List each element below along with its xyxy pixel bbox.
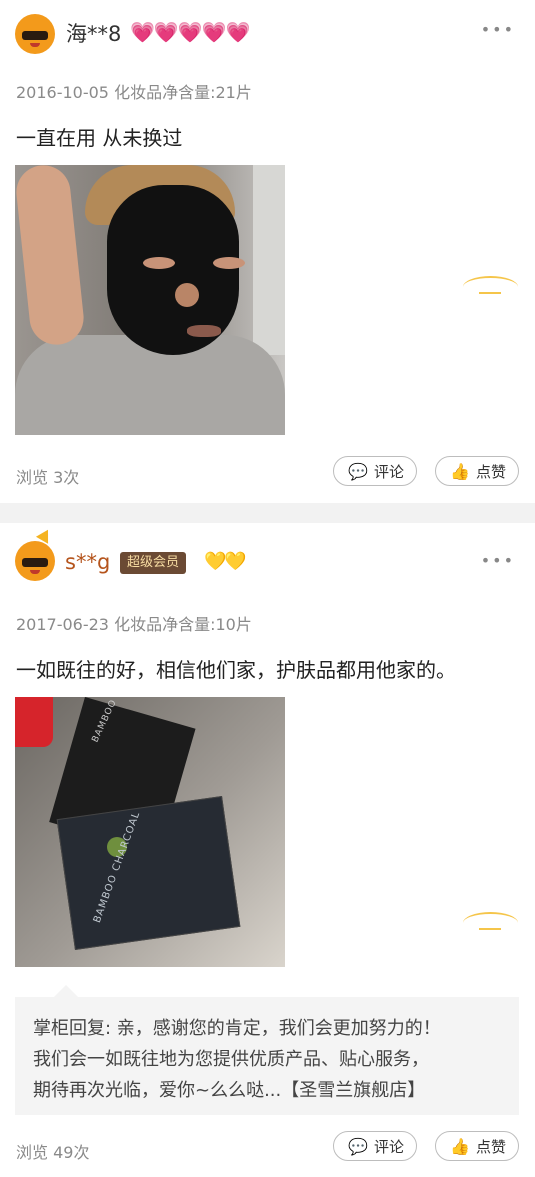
reply-line: 掌柜回复: 亲，感谢您的肯定，我们会更加努力的！ (33, 1018, 441, 1039)
sunglasses-shape (22, 558, 48, 567)
review-photo[interactable]: BAMBOO CHARCOAL BAMBOO CHARCOAL (15, 697, 285, 967)
review-meta: 2017-06-23 化妆品净含量:10片 (16, 615, 252, 634)
decor-icon (463, 276, 518, 298)
comment-icon: 💬 (348, 1137, 368, 1156)
comment-button[interactable]: 💬 评论 (333, 456, 417, 486)
comment-label: 评论 (374, 463, 405, 481)
mouth-shape (30, 43, 40, 47)
comment-button[interactable]: 💬 评论 (333, 1131, 417, 1161)
username: 海**8 (66, 22, 122, 46)
reply-line: 期待再次光临，爱你~么么哒...【圣雪兰旗舰店】 (33, 1080, 426, 1101)
photo-window (253, 165, 285, 355)
member-level-hearts-icon: 💗💗💗💗💗 (130, 20, 251, 44)
mouth-shape (30, 570, 40, 574)
comment-icon: 💬 (348, 462, 368, 481)
user-avatar[interactable] (15, 14, 55, 54)
review-text: 一如既往的好，相信他们家，护肤品都用他家的。 (16, 658, 456, 682)
photo-eye (213, 257, 245, 269)
view-count: 浏览 3次 (16, 468, 80, 487)
review-text: 一直在用 从未换过 (16, 126, 183, 150)
thumbs-up-icon: 👍 (450, 1137, 470, 1156)
reply-pointer (54, 985, 78, 997)
username: s**g (65, 550, 111, 574)
more-icon[interactable]: ••• (481, 20, 515, 39)
like-button[interactable]: 👍 点赞 (435, 456, 519, 486)
reply-line: 我们会一如既往地为您提供优质产品、贴心服务， (33, 1049, 429, 1070)
user-avatar[interactable] (15, 541, 55, 581)
view-count: 浏览 49次 (16, 1143, 90, 1162)
photo-nose (175, 283, 199, 307)
photo-red-object (15, 697, 53, 747)
review-photo[interactable] (15, 165, 285, 435)
review-meta: 2016-10-05 化妆品净含量:21片 (16, 83, 252, 102)
photo-lips (187, 325, 221, 337)
like-label: 点赞 (476, 1138, 507, 1156)
vip-badge: 超级会员 (120, 552, 187, 574)
decor-icon (463, 912, 518, 934)
section-divider (0, 503, 535, 523)
member-level-diamond-icon: 💛💛 (204, 551, 247, 572)
like-button[interactable]: 👍 点赞 (435, 1131, 519, 1161)
sunglasses-shape (22, 31, 48, 40)
review-card: 海**8 💗💗💗💗💗 ••• 2016-10-05 化妆品净含量:21片 一直在… (0, 0, 535, 503)
seller-reply: 掌柜回复: 亲，感谢您的肯定，我们会更加努力的！ 我们会一如既往地为您提供优质产… (15, 997, 519, 1115)
thumbs-up-icon: 👍 (450, 462, 470, 481)
comment-label: 评论 (374, 1138, 405, 1156)
photo-product-box (56, 796, 241, 950)
photo-eye (143, 257, 175, 269)
review-card: s**g 超级会员 💛💛 ••• 2017-06-23 化妆品净含量:10片 一… (0, 523, 535, 1177)
like-label: 点赞 (476, 463, 507, 481)
more-icon[interactable]: ••• (481, 551, 515, 570)
